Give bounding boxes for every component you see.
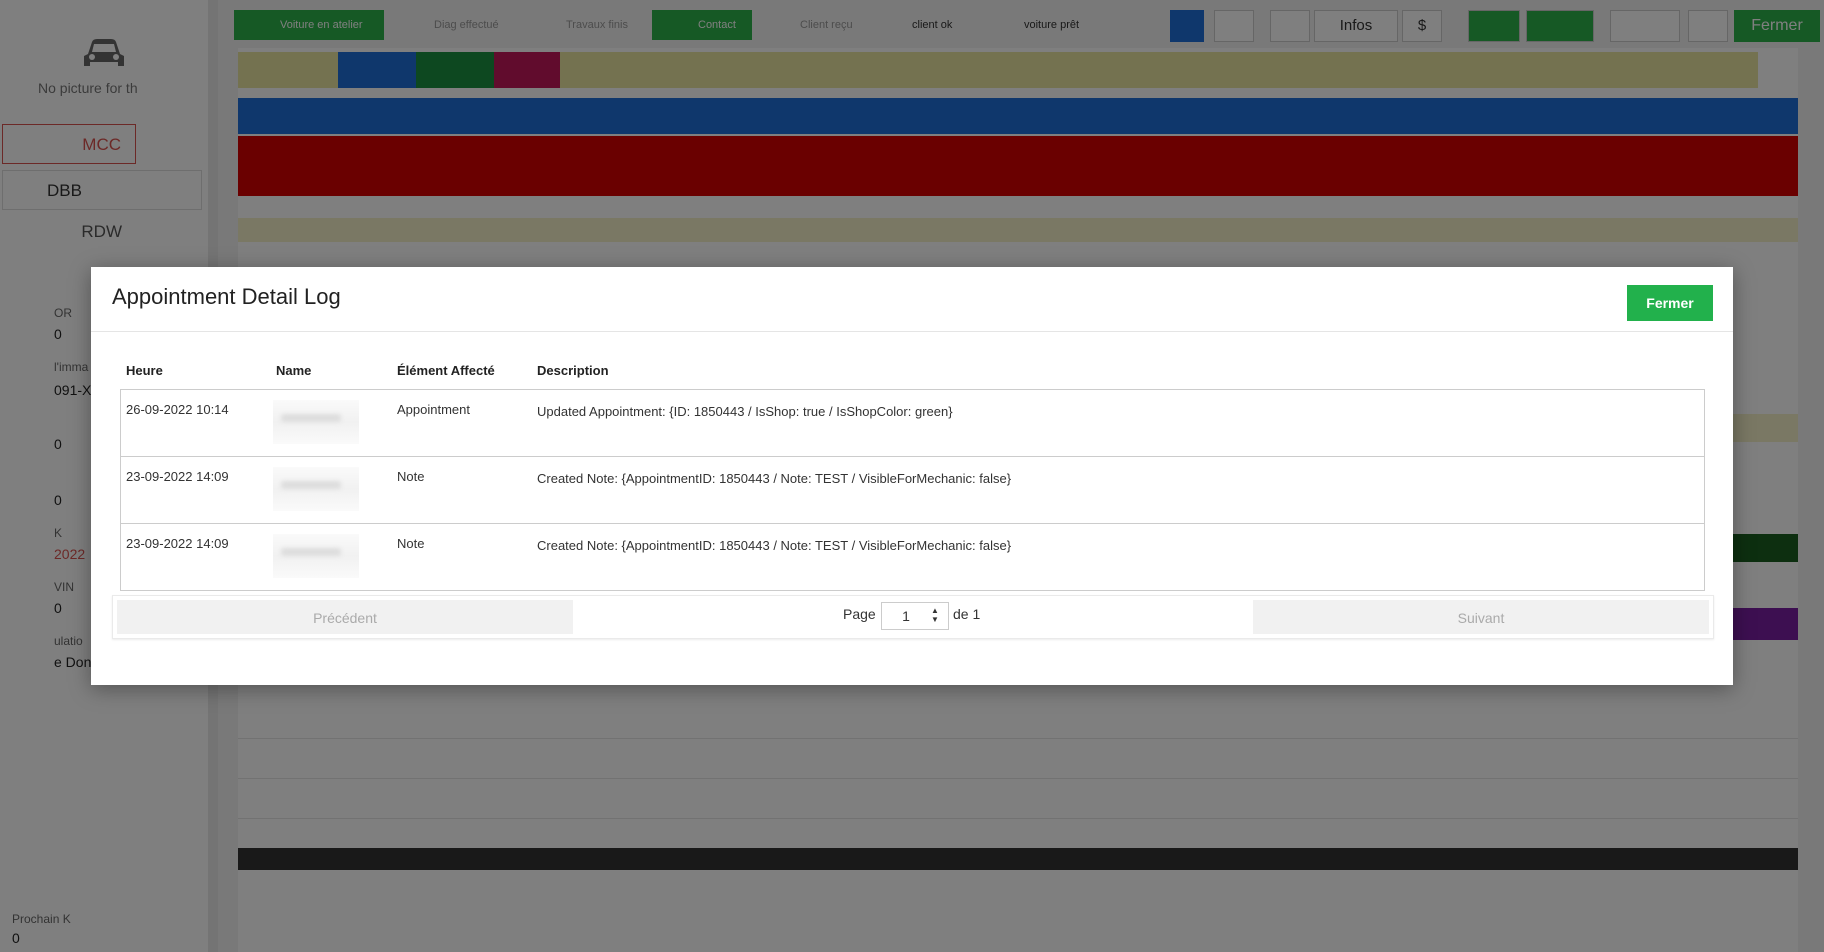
- page-total-label: de 1: [953, 606, 981, 622]
- cell-description: Created Note: {AppointmentID: 1850443 / …: [537, 538, 1012, 553]
- pagination-bar: Précédent Page 1 ▲ ▼ de 1 Suivant: [112, 595, 1714, 639]
- table-row[interactable]: 26-09-2022 10:14 Appointment Updated App…: [121, 390, 1704, 457]
- table-row[interactable]: 23-09-2022 14:09 Note Created Note: {App…: [121, 524, 1704, 591]
- cell-heure: 26-09-2022 10:14: [126, 402, 229, 417]
- cell-name-redacted: [273, 534, 359, 578]
- log-table: Heure Name Élément Affecté Description 2…: [112, 353, 1712, 591]
- close-button[interactable]: Fermer: [1627, 285, 1713, 321]
- column-header-name[interactable]: Name: [276, 363, 311, 378]
- cell-heure: 23-09-2022 14:09: [126, 469, 229, 484]
- column-header-heure[interactable]: Heure: [126, 363, 163, 378]
- cell-description: Updated Appointment: {ID: 1850443 / IsSh…: [537, 404, 953, 419]
- modal-title: Appointment Detail Log: [112, 284, 341, 309]
- cell-heure: 23-09-2022 14:09: [126, 536, 229, 551]
- table-body: 26-09-2022 10:14 Appointment Updated App…: [120, 389, 1705, 591]
- cell-element: Note: [397, 536, 425, 551]
- modal-header: Appointment Detail Log Fermer: [91, 267, 1733, 332]
- column-header-element[interactable]: Élément Affecté: [397, 363, 495, 378]
- next-page-button[interactable]: Suivant: [1253, 600, 1709, 634]
- cell-name-redacted: [273, 467, 359, 511]
- cell-element: Note: [397, 469, 425, 484]
- page-label: Page: [843, 606, 876, 622]
- table-row[interactable]: 23-09-2022 14:09 Note Created Note: {App…: [121, 457, 1704, 524]
- cell-description: Created Note: {AppointmentID: 1850443 / …: [537, 471, 1012, 486]
- column-header-description[interactable]: Description: [537, 363, 609, 378]
- cell-name-redacted: [273, 400, 359, 444]
- appointment-log-modal: Appointment Detail Log Fermer Heure Name…: [91, 267, 1733, 685]
- table-header: Heure Name Élément Affecté Description: [112, 353, 1712, 389]
- previous-page-button[interactable]: Précédent: [117, 600, 573, 634]
- page-stepper-icon[interactable]: ▲ ▼: [931, 606, 941, 626]
- cell-element: Appointment: [397, 402, 470, 417]
